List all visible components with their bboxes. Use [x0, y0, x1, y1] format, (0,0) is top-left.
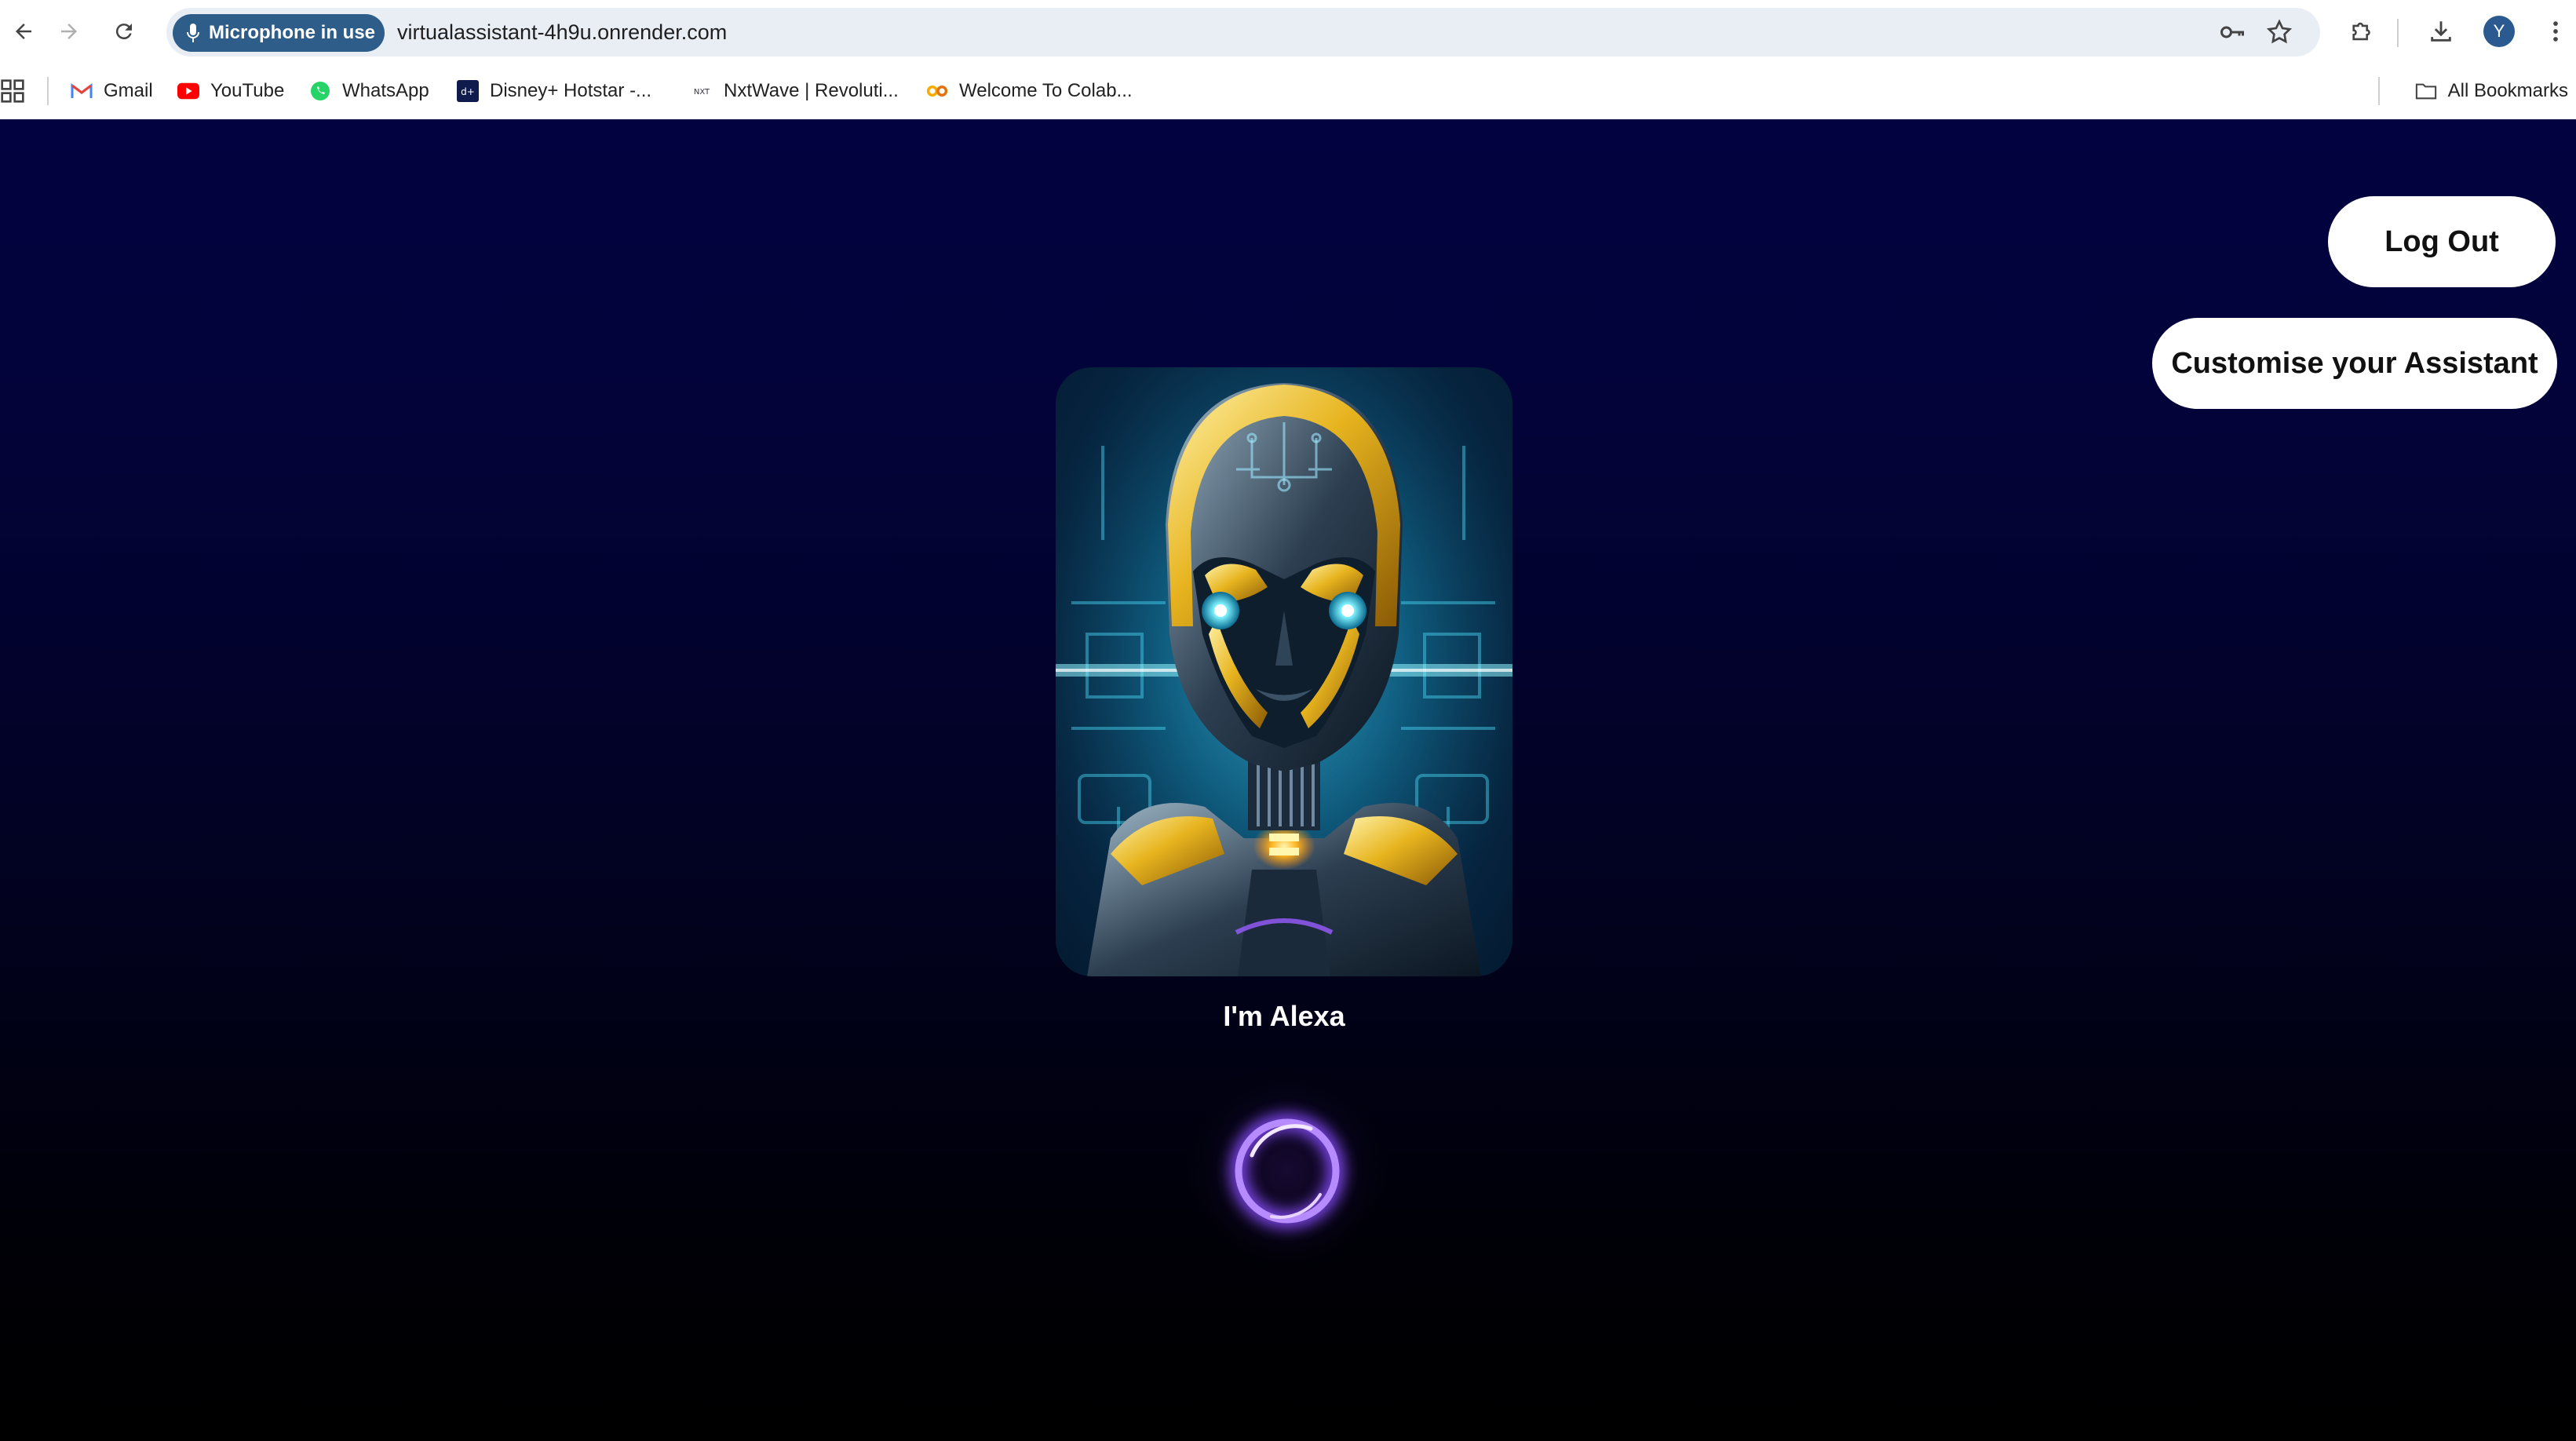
assistant-page: Log Out Customise your Assistant I'm Ale… [0, 119, 2576, 1441]
bookmark-label: NxtWave | Revoluti... [724, 80, 899, 101]
bookmarks-bar: Gmail YouTube WhatsApp d+ Disney+ Hotsta… [0, 63, 2576, 121]
microphone-in-use-chip[interactable]: Microphone in use [173, 14, 385, 52]
all-bookmarks-button[interactable]: All Bookmarks [2415, 63, 2568, 119]
assistant-name-label: I'm Alexa [1223, 1000, 1345, 1032]
toolbar-divider [2397, 19, 2399, 47]
reload-button[interactable] [100, 8, 148, 55]
url-text[interactable]: virtualassistant-4h9u.onrender.com [397, 8, 727, 57]
folder-icon [2415, 80, 2437, 102]
profile-avatar[interactable]: Y [2483, 16, 2515, 47]
bookmark-label: YouTube [210, 80, 285, 101]
svg-text:d+: d+ [461, 86, 475, 97]
bookmark-label: Gmail [104, 80, 153, 101]
logout-button[interactable]: Log Out [2328, 196, 2556, 287]
bookmark-hotstar[interactable]: d+ Disney+ Hotstar -... [457, 63, 651, 119]
assistant-image-card [1056, 367, 1512, 976]
colab-icon [926, 80, 948, 102]
robot-portrait-image [1056, 367, 1512, 976]
youtube-icon [177, 80, 199, 102]
gmail-icon [71, 80, 93, 102]
profile-initial: Y [2493, 21, 2505, 41]
bookmark-star-icon[interactable] [2265, 18, 2293, 46]
bookmark-colab[interactable]: Welcome To Colab... [926, 63, 1133, 119]
bookmark-label: WhatsApp [342, 80, 429, 101]
listening-orb [1177, 1061, 1397, 1281]
customise-assistant-button[interactable]: Customise your Assistant [2152, 318, 2557, 409]
bookmarks-divider [47, 77, 49, 105]
extensions-puzzle-icon[interactable] [2342, 11, 2383, 52]
nxtwave-icon: NXT [691, 80, 713, 102]
address-bar[interactable]: Microphone in use virtualassistant-4h9u.… [166, 8, 2320, 57]
bookmark-nxtwave[interactable]: NXT NxtWave | Revoluti... [691, 63, 899, 119]
apps-grid-icon[interactable] [0, 78, 25, 104]
arrow-right-icon [61, 24, 77, 39]
download-icon[interactable] [2421, 11, 2461, 52]
hotstar-icon: d+ [457, 80, 479, 102]
bookmark-youtube[interactable]: YouTube [177, 63, 284, 119]
back-button[interactable] [0, 8, 47, 55]
bookmark-label: Disney+ Hotstar -... [490, 80, 652, 101]
password-key-icon[interactable] [2218, 18, 2246, 46]
bookmark-gmail[interactable]: Gmail [71, 63, 153, 119]
kebab-menu-icon[interactable] [2535, 11, 2576, 52]
all-bookmarks-label: All Bookmarks [2447, 80, 2568, 101]
arrow-left-icon [16, 24, 31, 39]
svg-text:NXT: NXT [694, 88, 710, 97]
forward-button[interactable] [46, 8, 93, 55]
microphone-chip-label: Microphone in use [209, 22, 376, 43]
listening-orb-graphic [1179, 1063, 1396, 1279]
whatsapp-icon [309, 80, 331, 102]
bookmark-label: Welcome To Colab... [959, 80, 1133, 101]
reload-icon [115, 24, 132, 40]
browser-toolbar: Microphone in use virtualassistant-4h9u.… [0, 0, 2576, 63]
microphone-icon [187, 24, 199, 42]
bookmarks-divider [2378, 77, 2380, 105]
bookmark-whatsapp[interactable]: WhatsApp [309, 63, 429, 119]
